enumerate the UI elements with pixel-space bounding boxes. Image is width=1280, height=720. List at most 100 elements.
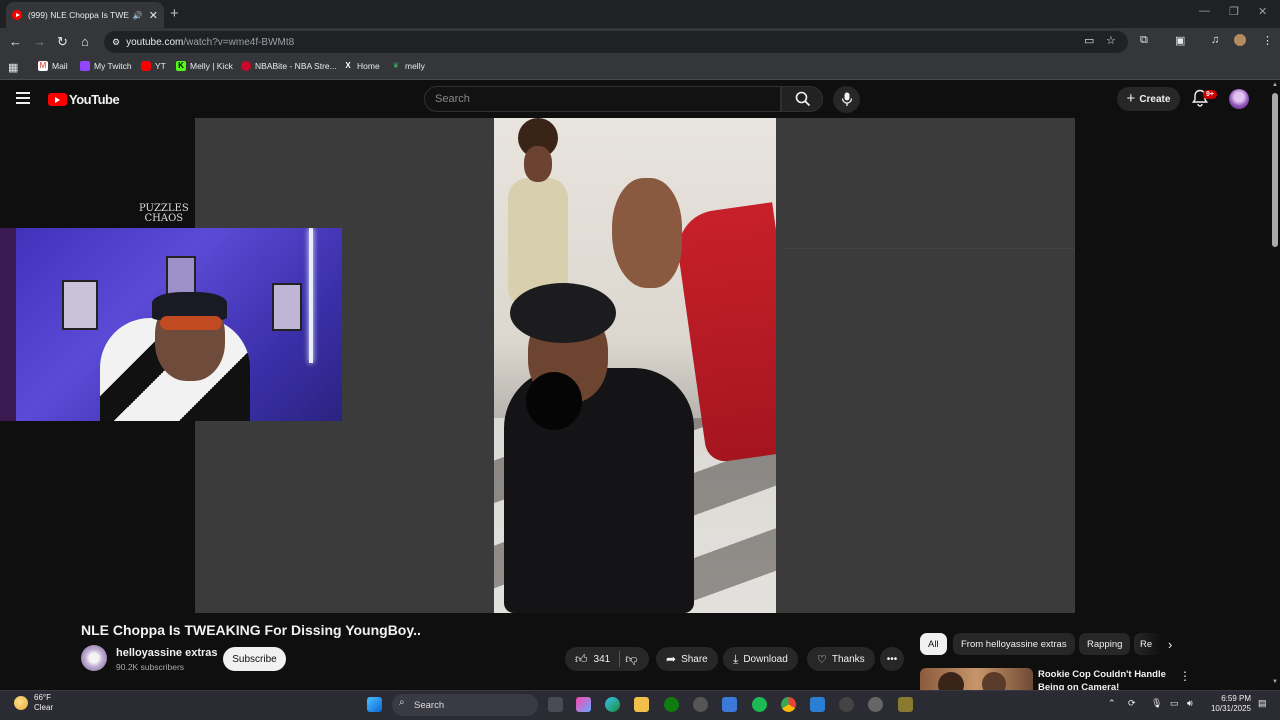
chips-next-chevron-icon[interactable]: › bbox=[1168, 637, 1172, 652]
thanks-button[interactable]: ♡ Thanks bbox=[807, 647, 875, 671]
thumbs-up-icon: 👍︎ bbox=[575, 651, 588, 666]
steam-icon[interactable] bbox=[693, 697, 708, 712]
cast-icon[interactable]: ▭ bbox=[1084, 34, 1094, 47]
tray-overflow-icon[interactable]: ⌃ bbox=[1108, 698, 1116, 709]
account-avatar[interactable] bbox=[1229, 89, 1249, 109]
media-player-icon[interactable] bbox=[839, 697, 854, 712]
close-tab-icon[interactable]: ✕ bbox=[149, 9, 158, 22]
maximize-icon[interactable]: ❐ bbox=[1229, 5, 1239, 18]
browser-tab[interactable]: (999) NLE Choppa Is TWEAKING For Dissing… bbox=[6, 2, 164, 28]
tray-sync-icon[interactable]: ⟳ bbox=[1128, 698, 1136, 709]
voice-search-button[interactable] bbox=[833, 86, 860, 113]
more-horizontal-icon: ••• bbox=[886, 653, 898, 665]
extensions-icon[interactable]: ⧉ bbox=[1140, 34, 1148, 47]
taskbar-clock[interactable]: 6:59 PM 10/31/2025 bbox=[1203, 694, 1251, 714]
chip-rapping[interactable]: Rapping bbox=[1079, 633, 1131, 655]
volume-icon[interactable]: 🔊︎ bbox=[1187, 698, 1193, 709]
thumbs-down-icon: 👎︎ bbox=[625, 651, 638, 666]
back-icon[interactable]: ← bbox=[9, 34, 22, 49]
download-button[interactable]: ⤓ Download bbox=[723, 647, 798, 671]
chip-related[interactable]: Re bbox=[1134, 633, 1162, 655]
scroll-down-icon[interactable]: ▼ bbox=[1272, 679, 1278, 685]
bookmark-star-icon[interactable]: ☆ bbox=[1106, 34, 1116, 47]
plus-icon: + bbox=[1126, 90, 1136, 107]
spotify-icon[interactable] bbox=[752, 697, 767, 712]
bookmark-melly[interactable]: ❦ melly bbox=[391, 61, 425, 71]
address-bar[interactable]: ⚙ youtube.com/watch?v=wme4f-BWMt8 bbox=[104, 31, 1128, 53]
more-actions-button[interactable]: ••• bbox=[880, 647, 904, 671]
channel-name[interactable]: helloyassine extras bbox=[116, 647, 218, 659]
heart-dollar-icon: ♡ bbox=[817, 653, 827, 666]
xbox-icon[interactable] bbox=[664, 697, 679, 712]
taskbar-search-icon: ⌕ bbox=[399, 697, 405, 708]
edge-icon[interactable] bbox=[605, 697, 620, 712]
menu-kebab-icon[interactable]: ⋮ bbox=[1262, 34, 1273, 47]
share-button[interactable]: ➦ Share bbox=[656, 647, 718, 671]
new-tab-button[interactable]: + bbox=[170, 5, 179, 22]
microphone-tray-icon[interactable]: 🎙︎ bbox=[1151, 698, 1162, 709]
bookmark-mail[interactable]: M Mail bbox=[38, 61, 68, 71]
recommended-thumbnail[interactable] bbox=[920, 668, 1033, 690]
channel-avatar[interactable] bbox=[81, 645, 107, 671]
file-explorer-icon[interactable] bbox=[634, 697, 649, 712]
profile-avatar-icon[interactable] bbox=[1234, 34, 1246, 46]
task-view-icon[interactable] bbox=[548, 697, 563, 712]
channel-overlay-logo: PUZZLES CHAOS bbox=[139, 203, 189, 224]
like-button[interactable]: 👍︎ 341 bbox=[575, 652, 610, 667]
site-info-icon[interactable]: ⚙ bbox=[112, 37, 120, 48]
weather-widget[interactable]: 66°F Clear bbox=[14, 693, 53, 713]
x-logo-icon: X bbox=[345, 61, 351, 70]
hamburger-menu-icon[interactable] bbox=[16, 92, 30, 104]
minimize-icon[interactable]: — bbox=[1199, 5, 1210, 17]
copilot-icon[interactable] bbox=[576, 697, 591, 712]
close-window-icon[interactable]: ✕ bbox=[1258, 5, 1267, 18]
url-path: /watch?v=wme4f-BWMt8 bbox=[183, 36, 295, 48]
recommended-more-icon[interactable]: ⋮ bbox=[1179, 669, 1191, 683]
tab-search-icon[interactable]: ▣ bbox=[1175, 34, 1185, 47]
forward-icon[interactable]: → bbox=[33, 34, 46, 49]
share-arrow-icon: ➦ bbox=[666, 652, 677, 666]
reaction-video-clip bbox=[494, 118, 776, 613]
app-icon[interactable] bbox=[868, 697, 883, 712]
video-title: NLE Choppa Is TWEAKING For Dissing Young… bbox=[81, 622, 421, 638]
store-icon[interactable] bbox=[722, 697, 737, 712]
like-dislike-group: 👍︎ 341 👎︎ bbox=[565, 647, 649, 671]
apps-grid-icon[interactable]: ▦ bbox=[8, 61, 18, 74]
chip-from-channel[interactable]: From helloyassine extras bbox=[953, 633, 1075, 655]
recommended-title[interactable]: Rookie Cop Couldn't Handle Being on Came… bbox=[1038, 668, 1168, 690]
bookmark-melly-kick[interactable]: K Melly | Kick bbox=[176, 61, 233, 71]
speaker-icon[interactable]: 🔊 bbox=[133, 11, 143, 20]
search-button[interactable] bbox=[781, 86, 823, 112]
scroll-up-icon[interactable]: ▲ bbox=[1272, 82, 1278, 88]
mail-icon: M bbox=[38, 61, 48, 71]
home-icon[interactable]: ⌂ bbox=[81, 34, 89, 49]
windows-start-icon[interactable] bbox=[367, 697, 382, 712]
taskbar-search[interactable]: ⌕ Search bbox=[392, 694, 538, 716]
notification-center-icon[interactable]: ▤ bbox=[1258, 698, 1267, 709]
search-input[interactable]: Search bbox=[424, 86, 781, 112]
bookmark-home[interactable]: X Home bbox=[343, 61, 379, 71]
notification-count-badge: 9+ bbox=[1203, 90, 1217, 99]
chrome-icon[interactable] bbox=[781, 697, 796, 712]
bookmark-yt[interactable]: YT bbox=[141, 61, 166, 71]
bookmark-my-twitch[interactable]: My Twitch bbox=[80, 61, 132, 71]
obs-icon[interactable] bbox=[898, 697, 913, 712]
reload-icon[interactable]: ↻ bbox=[57, 34, 68, 50]
chip-all[interactable]: All bbox=[920, 633, 947, 655]
leaf-icon: ❦ bbox=[392, 61, 400, 70]
media-controls-icon[interactable]: ♫ bbox=[1211, 34, 1219, 46]
weather-sun-icon bbox=[14, 696, 28, 710]
browser-tab-strip bbox=[0, 0, 1280, 28]
bookmark-nbabite[interactable]: NBABite - NBA Stre... bbox=[241, 61, 337, 71]
network-icon[interactable]: ▭ bbox=[1170, 698, 1179, 709]
subscribe-button[interactable]: Subscribe bbox=[223, 647, 286, 671]
tab-title: (999) NLE Choppa Is TWEAKING For Dissing… bbox=[28, 10, 129, 20]
nba-icon bbox=[241, 61, 251, 71]
photos-icon[interactable] bbox=[810, 697, 825, 712]
create-button[interactable]: + Create bbox=[1117, 87, 1180, 111]
streamer-webcam-overlay bbox=[0, 228, 342, 421]
search-icon bbox=[795, 91, 811, 107]
youtube-logo[interactable]: YouTube bbox=[48, 92, 120, 107]
dislike-button[interactable]: 👎︎ bbox=[625, 652, 637, 667]
scrollbar-thumb[interactable] bbox=[1272, 93, 1278, 247]
